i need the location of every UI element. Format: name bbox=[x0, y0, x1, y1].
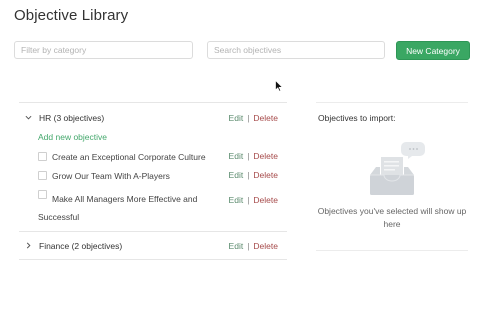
import-empty-message: Objectives you've selected will show up … bbox=[317, 206, 467, 229]
objective-row: Grow Our Team With A-Players Edit | Dele… bbox=[19, 165, 287, 184]
edit-category-link[interactable]: Edit bbox=[229, 241, 244, 251]
import-panel-title: Objectives to import: bbox=[318, 113, 396, 123]
category-header[interactable]: Finance (2 objectives) Edit | Delete bbox=[19, 232, 287, 259]
delete-objective-link[interactable]: Delete bbox=[253, 151, 278, 161]
category-actions: Edit | Delete bbox=[229, 113, 278, 123]
category-title: HR (3 objectives) bbox=[39, 112, 105, 123]
objective-actions: Edit | Delete bbox=[229, 151, 278, 161]
category-title: Finance (2 objectives) bbox=[39, 240, 123, 251]
objective-label: Create an Exceptional Corporate Culture bbox=[52, 152, 206, 162]
action-separator: | bbox=[247, 240, 250, 251]
edit-objective-link[interactable]: Edit bbox=[229, 151, 244, 161]
delete-objective-link[interactable]: Delete bbox=[253, 195, 278, 205]
objective-actions: Edit | Delete bbox=[229, 170, 278, 180]
add-new-objective-link[interactable]: Add new objective bbox=[38, 132, 287, 146]
filter-by-category-input[interactable] bbox=[14, 41, 193, 59]
category-hr: HR (3 objectives) Edit | Delete Add new … bbox=[19, 102, 287, 225]
delete-objective-link[interactable]: Delete bbox=[253, 170, 278, 180]
objective-checkbox[interactable] bbox=[38, 170, 47, 180]
import-panel: Objectives to import: Objectives you've … bbox=[316, 102, 468, 251]
category-actions: Edit | Delete bbox=[229, 241, 278, 251]
edit-objective-link[interactable]: Edit bbox=[229, 170, 244, 180]
category-list: HR (3 objectives) Edit | Delete Add new … bbox=[19, 102, 287, 260]
new-category-button[interactable]: New Category bbox=[396, 41, 470, 60]
mouse-cursor-icon bbox=[275, 80, 283, 92]
action-separator: | bbox=[247, 170, 250, 180]
delete-category-link[interactable]: Delete bbox=[253, 241, 278, 251]
category-finance: Finance (2 objectives) Edit | Delete bbox=[19, 231, 287, 260]
search-objectives-input[interactable] bbox=[207, 41, 385, 59]
objective-checkbox[interactable] bbox=[38, 151, 47, 161]
chevron-down-icon[interactable] bbox=[19, 114, 37, 121]
category-header[interactable]: HR (3 objectives) Edit | Delete bbox=[19, 103, 287, 132]
edit-category-link[interactable]: Edit bbox=[229, 113, 244, 123]
delete-category-link[interactable]: Delete bbox=[253, 113, 278, 123]
edit-objective-link[interactable]: Edit bbox=[229, 195, 244, 205]
objective-row: Create an Exceptional Corporate Culture … bbox=[19, 146, 287, 165]
objective-row: Make All Managers More Effective and Suc… bbox=[19, 184, 287, 225]
action-separator: | bbox=[247, 195, 250, 205]
objective-checkbox[interactable] bbox=[38, 189, 47, 199]
action-separator: | bbox=[247, 112, 250, 123]
chevron-right-icon[interactable] bbox=[19, 242, 37, 249]
action-separator: | bbox=[247, 151, 250, 161]
inbox-icon bbox=[370, 142, 425, 195]
objective-actions: Edit | Delete bbox=[229, 195, 278, 205]
objective-label: Grow Our Team With A-Players bbox=[52, 171, 170, 181]
objective-label: Make All Managers More Effective and Suc… bbox=[38, 194, 198, 222]
page-title: Objective Library bbox=[14, 7, 129, 24]
